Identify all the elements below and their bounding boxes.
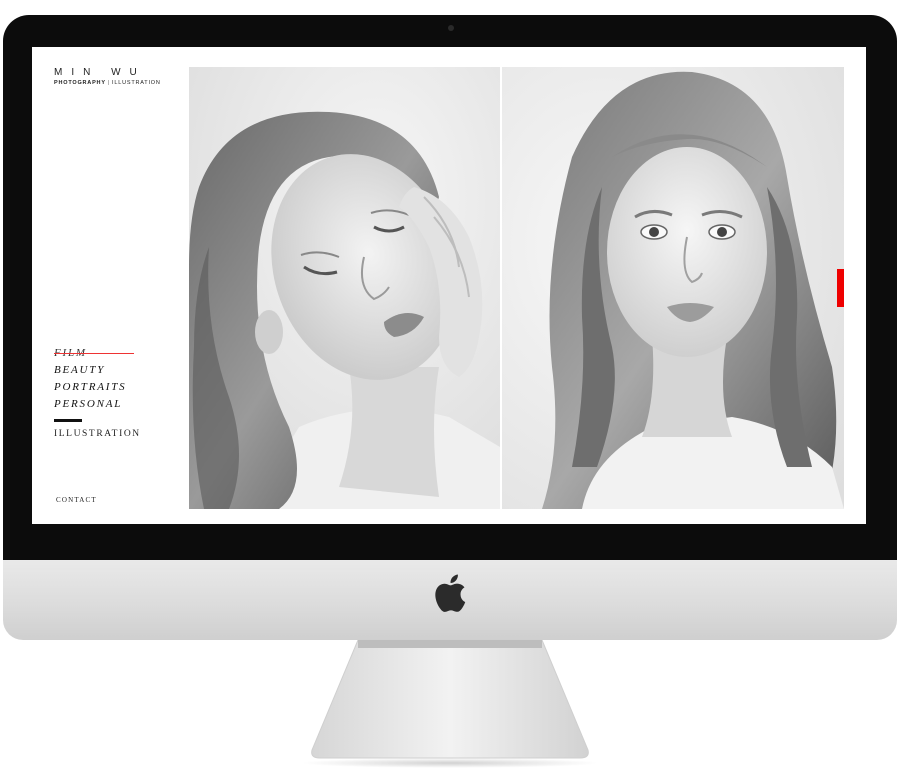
main-nav: FILM BEAUTY PORTRAITS PERSONAL ILLUSTRAT… (54, 345, 141, 439)
slide-indicator[interactable] (837, 269, 844, 307)
brand-tagline: PHOTOGRAPHY | ILLUSTRATION (54, 80, 161, 86)
contact-link[interactable]: CONTACT (56, 496, 97, 504)
camera-icon (448, 25, 454, 31)
site-logo[interactable]: MIN WU PHOTOGRAPHY | ILLUSTRATION (54, 67, 161, 86)
active-strike-line (54, 353, 134, 354)
nav-item-beauty[interactable]: BEAUTY (54, 362, 141, 379)
apple-logo-icon (435, 574, 466, 612)
brand-tagline-separator: | (107, 80, 111, 86)
nav-item-film[interactable]: FILM (54, 345, 141, 362)
nav-item-personal[interactable]: PERSONAL (54, 396, 141, 413)
nav-item-portraits[interactable]: PORTRAITS (54, 379, 141, 396)
brand-tagline-secondary: ILLUSTRATION (112, 80, 161, 86)
portrait-image (189, 67, 500, 509)
brand-tagline-primary: PHOTOGRAPHY (54, 80, 106, 86)
gallery-photo-right[interactable] (502, 67, 844, 509)
nav-item-illustration[interactable]: ILLUSTRATION (54, 429, 141, 439)
website-screen: MIN WU PHOTOGRAPHY | ILLUSTRATION FILM BEA… (32, 47, 866, 524)
gallery-photo-left[interactable] (189, 67, 500, 509)
stand-shadow (300, 758, 600, 768)
monitor-stand (311, 640, 589, 759)
nav-divider (54, 419, 82, 422)
portrait-image (502, 67, 844, 509)
brand-name: MIN WU (54, 67, 146, 78)
